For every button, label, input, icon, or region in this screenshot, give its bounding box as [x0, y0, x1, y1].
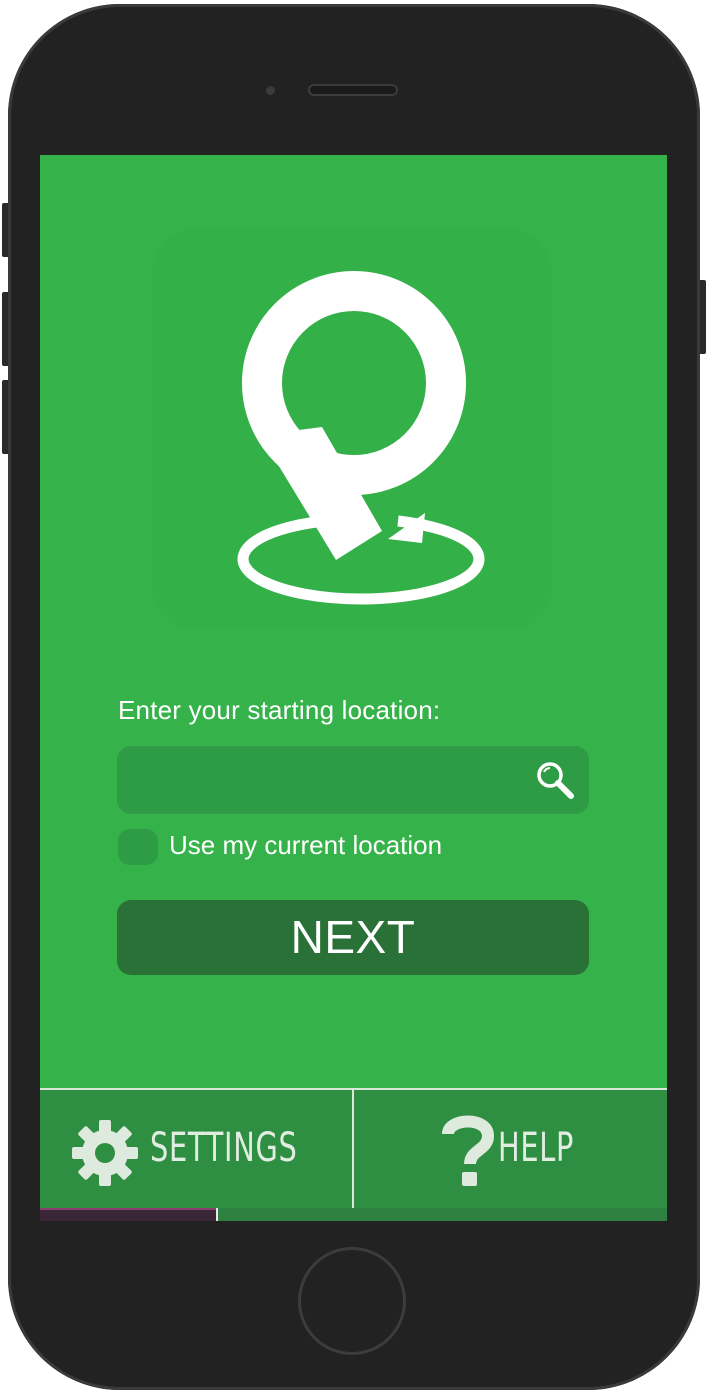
earpiece-speaker: [308, 84, 398, 96]
tab-settings[interactable]: SETTINGS: [40, 1090, 352, 1210]
home-button[interactable]: [298, 1247, 406, 1355]
gear-icon: [72, 1120, 138, 1186]
current-location-label: Use my current location: [169, 830, 443, 860]
location-search-input[interactable]: [131, 746, 525, 816]
strip-marker: [216, 1208, 218, 1221]
app-logo: [152, 229, 552, 629]
front-camera: [266, 86, 275, 95]
search-field[interactable]: [117, 746, 589, 816]
map-pin-arrival-icon: [237, 271, 485, 605]
help-label: HELP: [498, 1125, 575, 1171]
bottom-tab-bar: SETTINGS HELP: [40, 1088, 667, 1210]
tab-help[interactable]: HELP: [354, 1090, 667, 1210]
device-stage: Enter your starting location: Use my cur…: [0, 0, 708, 1395]
question-mark-icon: [442, 1115, 495, 1186]
search-icon[interactable]: [535, 760, 575, 800]
strip-segment: [40, 1208, 216, 1221]
app-screen: Enter your starting location: Use my cur…: [40, 155, 667, 1221]
current-location-checkbox[interactable]: [118, 829, 158, 865]
settings-label: SETTINGS: [150, 1125, 298, 1171]
next-button[interactable]: NEXT: [117, 900, 589, 975]
starting-location-label: Enter your starting location:: [118, 695, 441, 725]
bottom-strip: [40, 1208, 667, 1221]
